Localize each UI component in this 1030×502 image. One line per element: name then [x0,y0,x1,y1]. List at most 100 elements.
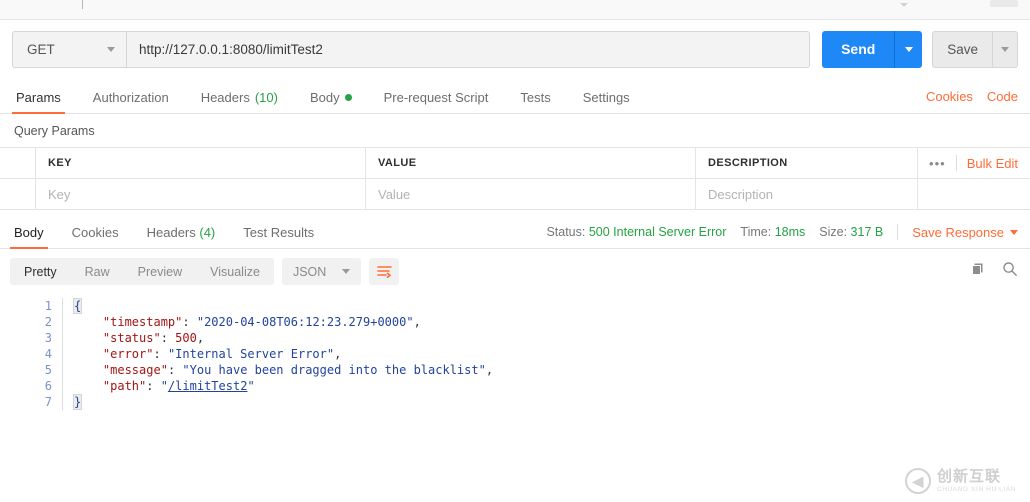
divider [955,155,957,171]
table-row[interactable]: Key Value Description [0,179,1030,210]
bulk-edit-link[interactable]: Bulk Edit [967,156,1018,171]
tab-body[interactable]: Body [294,91,368,113]
copy-button[interactable] [971,262,986,282]
json-token-str: "Internal Server Error" [167,347,335,361]
row-checkbox-cell[interactable] [0,179,36,209]
chevron-down-icon [904,46,913,52]
request-url-value: http://127.0.0.1:8080/limitTest2 [139,41,323,57]
chevron-down-icon [107,46,115,52]
status-label: Status: [546,225,586,239]
tab-label: Headers [146,225,196,240]
request-url-input[interactable]: http://127.0.0.1:8080/limitTest2 [126,30,811,68]
tab-label: Settings [582,90,630,105]
time-block: Time: 18ms [740,225,805,239]
watermark-en: CHUANG XIN HU LIAN [936,485,1016,493]
tab-params[interactable]: Params [0,91,77,114]
line-number-gutter: 1 2 3 4 5 6 7 [0,298,62,410]
response-meta: Status: 500 Internal Server Error Time: … [546,224,1018,248]
view-pretty[interactable]: Pretty [10,258,71,285]
tab-label: Cookies [71,225,119,240]
row-actions [918,179,1030,209]
save-response-button[interactable]: Save Response [912,225,1018,240]
send-button[interactable]: Send [822,30,895,68]
code-content[interactable]: { "timestamp": "2020-04-08T06:12:23.279+… [62,298,1030,410]
code-line: "status": 500, [74,330,1030,346]
watermark-logo-icon: ◀ [904,468,931,494]
json-token-brace: { [72,298,83,314]
json-token-pun: , [196,331,205,345]
table-header-actions: ••• Bulk Edit [918,148,1030,178]
response-format-value: JSON [292,264,327,279]
status-badge: 500 Internal Server Error [588,225,727,239]
tab-pre-request-script[interactable]: Pre-request Script [368,91,505,113]
param-description-input[interactable]: Description [696,179,918,209]
json-token-str: " [160,379,168,393]
tab-label: Tests [520,90,551,105]
tab-label: Body [309,90,340,105]
json-token-str: "2020-04-08T06:12:23.279+0000" [196,315,414,329]
json-token-key: "timestamp" [102,315,183,329]
chevron-down-icon [1010,229,1018,235]
json-token-pun: : [160,331,176,345]
tab-settings[interactable]: Settings [567,91,646,113]
chevron-down-icon[interactable] [900,3,908,7]
size-value: 317 B [850,225,884,239]
json-path-link[interactable]: /limitTest2 [168,379,247,393]
response-tab-body[interactable]: Body [0,226,58,249]
tab-tests[interactable]: Tests [504,91,566,113]
http-method-select[interactable]: GET [12,30,126,68]
code-line: "message": "You have been dragged into t… [74,362,1030,378]
response-format-select[interactable]: JSON [281,258,362,285]
json-token-pun: : [167,363,183,377]
line-number: 4 [44,347,52,361]
line-number: 6 [44,379,52,393]
send-options-button[interactable] [894,30,923,68]
headers-count-badge: (10) [254,90,278,105]
view-preview[interactable]: Preview [124,258,196,285]
param-value-input[interactable]: Value [366,179,696,209]
line-number: 1 [44,299,52,313]
tab-label: Authorization [92,90,169,105]
tab-headers[interactable]: Headers (10) [185,91,294,113]
json-token-pun: : [146,379,161,393]
request-url-bar: GET http://127.0.0.1:8080/limitTest2 Sen… [0,20,1030,80]
param-key-input[interactable]: Key [36,179,366,209]
send-button-group: Send [822,30,923,68]
more-options-icon[interactable]: ••• [929,156,946,171]
cookies-link[interactable]: Cookies [926,89,973,104]
response-body-code-viewer[interactable]: 1 2 3 4 5 6 7 { "timestamp": "2020-04-08T06:12… [0,294,1030,410]
save-options-button[interactable] [992,30,1018,68]
view-visualize[interactable]: Visualize [196,258,274,285]
tab-authorization[interactable]: Authorization [77,91,185,113]
json-token-pun: : [182,315,197,329]
response-tab-headers[interactable]: Headers (4) [133,226,230,248]
json-token-key: "status" [102,331,161,345]
line-number: 7 [44,395,52,409]
response-tab-cookies[interactable]: Cookies [58,226,133,248]
json-token-pun: , [413,315,421,329]
response-tab-test-results[interactable]: Test Results [229,226,328,248]
view-raw[interactable]: Raw [71,258,124,285]
size-label: Size: [819,225,848,239]
search-button[interactable] [1002,261,1018,282]
json-token-brace: } [72,394,83,410]
request-tabs: Params Authorization Headers (10) Body P… [0,80,1030,114]
tab-strip-stub [82,0,83,9]
watermark-text: 创新互联 CHUANG XIN HU LIAN [937,469,1016,493]
word-wrap-button[interactable] [369,258,400,285]
code-line: { [72,298,1030,314]
json-token-str: "You have been dragged into the blacklis… [182,363,486,377]
top-button-stub[interactable] [990,0,1018,7]
json-token-pun: : [153,347,168,361]
watermark: ◀ 创新互联 CHUANG XIN HU LIAN [904,468,1016,494]
json-token-key: "path" [102,379,147,393]
size-block: Size: 317 B [819,225,883,239]
json-token-key: "error" [102,347,154,361]
save-button[interactable]: Save [932,30,992,68]
code-link[interactable]: Code [987,89,1018,104]
window-top-strip [0,0,1030,20]
line-number: 5 [44,363,52,377]
code-line: } [72,394,1030,410]
time-value: 18ms [774,225,806,239]
response-headers-count-badge: (4) [199,225,216,240]
